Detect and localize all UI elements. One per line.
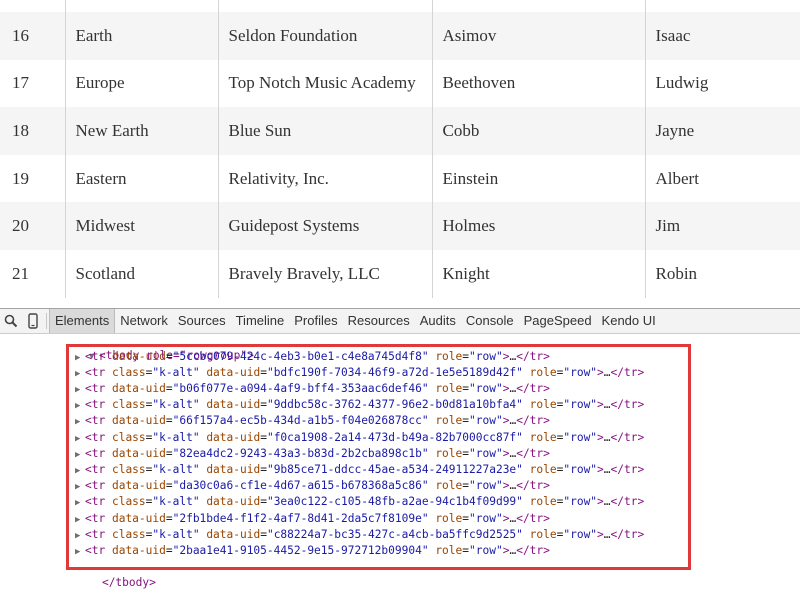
grid-cell[interactable]: 18 <box>0 107 65 155</box>
grid-cell[interactable]: Knight <box>431 249 645 298</box>
grid-cell[interactable]: Einstein <box>431 154 645 203</box>
tab-audits[interactable]: Audits <box>415 309 461 333</box>
grid-row[interactable]: 16 Earth Seldon Foundation Asimov Isaac <box>0 12 800 60</box>
tab-timeline[interactable]: Timeline <box>231 309 290 333</box>
grid-cell[interactable]: Guidepost Systems <box>217 202 432 250</box>
toolbar-divider <box>46 313 47 329</box>
grid-cell[interactable]: Midwest <box>64 202 218 250</box>
tab-pagespeed[interactable]: PageSpeed <box>519 309 597 333</box>
grid-row[interactable]: 21 Scotland Bravely Bravely, LLC Knight Robi… <box>0 249 800 298</box>
grid-cell[interactable]: Relativity, Inc. <box>217 154 432 203</box>
grid-cell[interactable]: Earth <box>64 12 218 60</box>
tab-elements[interactable]: Elements <box>49 309 116 333</box>
tab-profiles[interactable]: Profiles <box>289 309 342 333</box>
tbody-close-tag: </tbody> <box>101 576 156 590</box>
grid-cell[interactable]: Holmes <box>431 202 645 250</box>
grid-cell[interactable]: Robin <box>644 249 800 298</box>
grid-row[interactable]: 18 New Earth Blue Sun Cobb Jayne <box>0 107 800 155</box>
tab-sources[interactable]: Sources <box>173 309 231 333</box>
grid-cell[interactable]: Eastern <box>64 154 218 203</box>
devtools-toolbar: Elements Network Sources Timeline Profiles Re… <box>0 308 800 334</box>
grid-row[interactable]: 20 Midwest Guidepost Systems Holmes Jim <box>0 202 800 250</box>
grid-cell[interactable]: Albert <box>644 154 800 203</box>
tab-console[interactable]: Console <box>461 309 519 333</box>
tab-network[interactable]: Network <box>115 309 173 333</box>
grid-cell[interactable]: Jayne <box>644 107 800 155</box>
tab-kendo-ui[interactable]: Kendo UI <box>597 309 661 333</box>
grid-cell[interactable]: Cobb <box>431 107 645 155</box>
grid-cell[interactable]: Scotland <box>64 249 218 298</box>
grid-cell[interactable]: Ludwig <box>644 59 800 108</box>
grid-cell[interactable]: 17 <box>0 59 65 108</box>
tab-resources[interactable]: Resources <box>343 309 415 333</box>
grid-cell[interactable]: Blue Sun <box>217 107 432 155</box>
highlight-box <box>66 344 691 570</box>
grid-cell[interactable]: 21 <box>0 249 65 298</box>
grid-cell[interactable]: 20 <box>0 202 65 250</box>
grid-top-edge <box>0 0 800 12</box>
grid-cell[interactable]: 19 <box>0 154 65 203</box>
mobile-device-icon[interactable] <box>22 309 44 333</box>
grid-cell[interactable]: Europe <box>64 59 218 108</box>
grid-row[interactable]: 17 Europe Top Notch Music Academy Beethoven… <box>0 59 800 108</box>
grid-cell[interactable]: Bravely Bravely, LLC <box>217 249 432 298</box>
elements-panel: ▼ <tbody role="rowgroup"> ▶ <tr data-uid="… <box>0 334 800 589</box>
grid-cell[interactable]: New Earth <box>64 107 218 155</box>
grid-cell[interactable]: 16 <box>0 12 65 60</box>
grid-row[interactable]: 19 Eastern Relativity, Inc. Einstein Albert <box>0 154 800 203</box>
grid-table: 16 Earth Seldon Foundation Asimov Isaac 17 Eur… <box>0 12 800 298</box>
grid-cell[interactable]: Top Notch Music Academy <box>217 59 432 108</box>
data-grid: 16 Earth Seldon Foundation Asimov Isaac 17 Eur… <box>0 0 800 308</box>
grid-cell[interactable]: Asimov <box>431 12 645 60</box>
grid-cell[interactable]: Beethoven <box>431 59 645 108</box>
devtools-tabs: Elements Network Sources Timeline Profiles Re… <box>49 309 661 333</box>
search-icon[interactable] <box>0 309 22 333</box>
grid-cell[interactable]: Isaac <box>644 12 800 60</box>
grid-cell[interactable]: Jim <box>644 202 800 250</box>
grid-cell[interactable]: Seldon Foundation <box>217 12 432 60</box>
